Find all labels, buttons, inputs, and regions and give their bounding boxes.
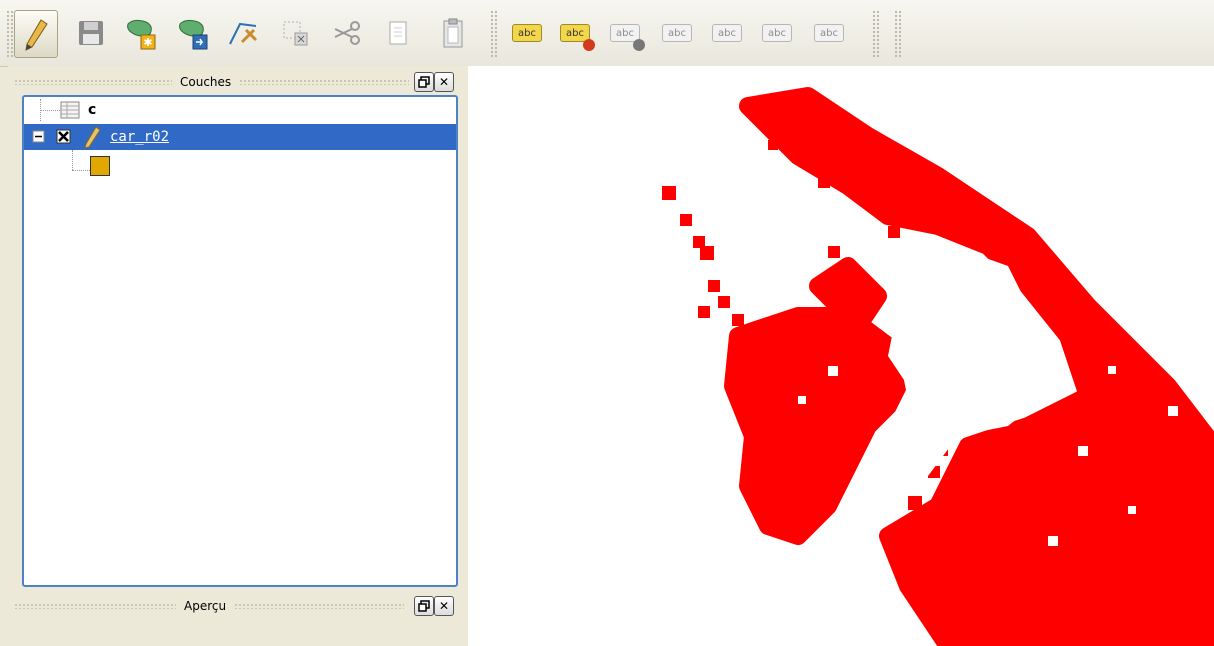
collapse-icon[interactable] [32,130,46,144]
scissors-icon [334,21,360,45]
polygon-add-icon: ✱ [127,19,156,50]
svg-text:✱: ✱ [143,36,152,49]
layers-close-button[interactable]: ✕ [434,72,454,92]
visibility-checkbox-icon[interactable] [56,129,72,145]
label-arrow-text: abc [718,27,736,39]
tree-connector [72,170,90,171]
toolbar-grip[interactable] [872,10,880,58]
map-canvas[interactable] [468,66,1214,646]
layer-name: car_r02 [110,129,170,145]
tree-connector [72,150,73,170]
copy-icon [389,21,407,45]
overview-panel-titlebar: Aperçu [14,596,414,616]
move-dot-icon [633,39,645,51]
label-change-button[interactable]: abc [808,10,850,56]
float-window-icon [418,76,430,88]
label-rotate-icon: abc [762,24,792,42]
toolbar-grip[interactable] [894,10,902,58]
label-text-icon: abc [512,24,542,42]
layer-name: c [88,102,97,118]
label-pin-text: abc [566,27,584,39]
label-eye-text: abc [668,27,686,39]
label-eye-icon: abc [662,24,692,42]
delete-selection-icon [283,21,308,46]
move-feature-button[interactable] [172,10,214,56]
label-edit-text: abc [820,27,838,39]
toolbar-grip[interactable] [6,10,14,58]
paste-features-button[interactable] [432,10,474,56]
layer-item-selected[interactable]: car_r02 [24,124,456,150]
overview-panel-title: Aperçu [184,599,227,613]
layer-symbol-swatch[interactable] [90,156,110,176]
paste-icon [443,18,463,48]
title-dots [14,79,172,85]
label-move-text: abc [616,27,634,39]
label-rotate-button[interactable]: abc [756,10,798,56]
float-window-icon [418,600,430,612]
cut-features-button[interactable] [326,10,368,56]
title-dots [234,603,405,609]
node-edit-icon [229,22,258,45]
overview-close-button[interactable]: ✕ [434,596,454,616]
label-move-button[interactable]: abc [604,10,646,56]
label-show-hide-button[interactable]: abc [656,10,698,56]
save-edits-button[interactable] [70,10,112,56]
label-arrow-icon: abc [712,24,742,42]
tree-connector [40,110,60,111]
layers-panel-titlebar: Couches [14,72,414,92]
layer-tree[interactable]: c car_r02 [22,95,458,587]
map-points-layer [662,87,1214,646]
label-move-label-button[interactable]: abc [706,10,748,56]
pin-dot-icon [583,39,595,51]
toolbar-grip[interactable] [490,10,498,58]
label-rotate-text: abc [768,27,786,39]
layers-float-button[interactable] [414,72,434,92]
editing-toolbar: ✱ abc abc abc abc abc abc abc [0,0,1214,67]
pencil-icon [25,19,48,51]
overview-float-button[interactable] [414,596,434,616]
floppy-disk-icon [79,21,103,45]
close-icon: ✕ [438,599,450,613]
label-pin-button[interactable]: abc [554,10,596,56]
label-layer-button[interactable]: abc [506,10,548,56]
label-pin-icon: abc [560,24,595,51]
polygon-move-icon [179,19,208,50]
delete-selected-button[interactable] [274,10,316,56]
layers-panel-title: Couches [180,75,232,89]
title-dots [239,79,410,85]
close-icon: ✕ [438,75,450,89]
node-tool-button[interactable] [222,10,264,56]
add-feature-button[interactable]: ✱ [120,10,162,56]
layer-item[interactable]: c [60,97,96,123]
label-edit-icon: abc [814,24,844,42]
label-move-icon: abc [610,24,645,51]
title-dots [14,603,176,609]
table-layer-icon [60,101,80,119]
copy-features-button[interactable] [376,10,418,56]
toggle-editing-button[interactable] [14,10,58,58]
editing-pencil-icon [84,126,101,149]
dock-splitter[interactable] [460,66,468,646]
